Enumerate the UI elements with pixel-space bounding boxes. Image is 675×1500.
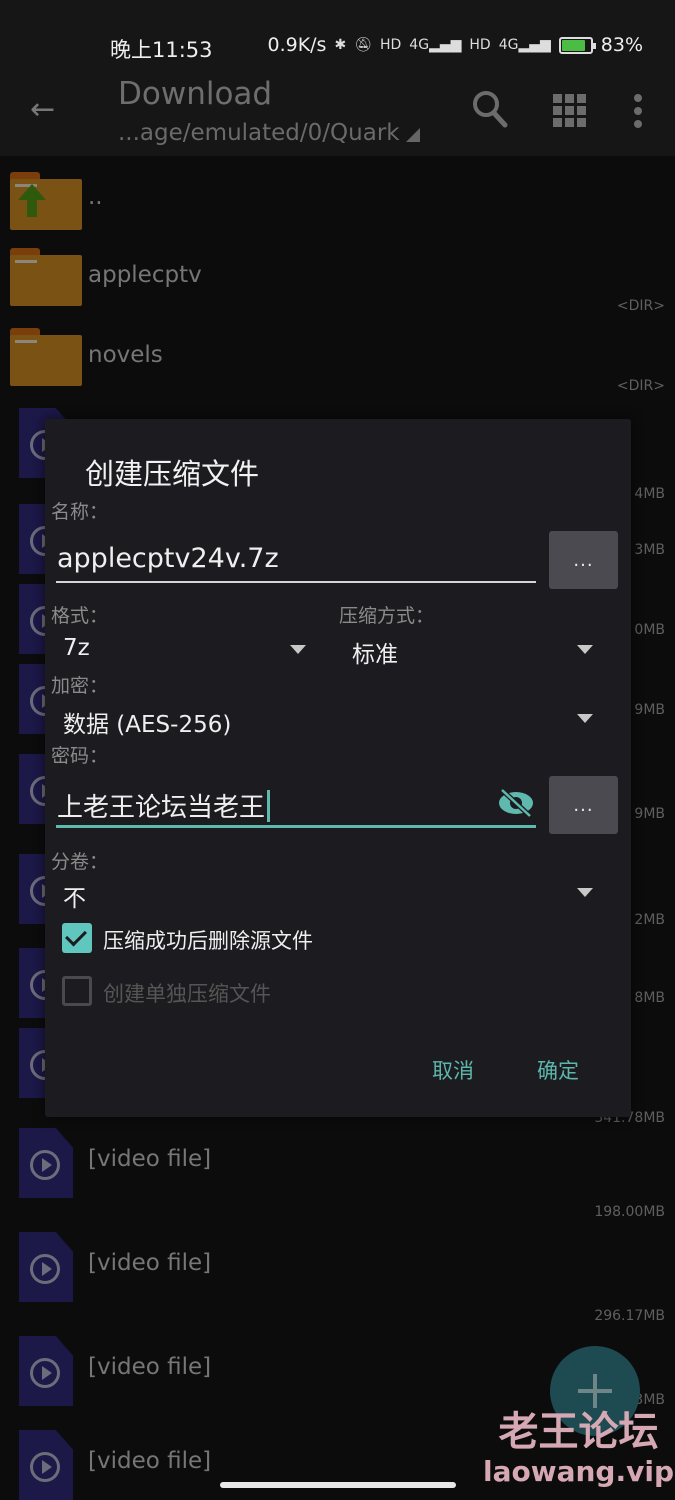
status-bar: 晚上11:53 0.9K/s ✱ 🔕︎ HD 4G▂▄▆ HD 4G▂▄▆ 83…: [0, 0, 675, 80]
format-label: 格式：: [51, 605, 109, 627]
net-speed: 0.9K/s: [267, 34, 327, 56]
folder-icon: [10, 328, 82, 386]
method-select[interactable]: 标准: [352, 635, 398, 669]
sim-label: 4G: [498, 37, 519, 53]
delete-after-label[interactable]: 压缩成功后删除源文件: [103, 925, 313, 955]
more-vert-icon[interactable]: [634, 94, 642, 128]
format-select[interactable]: 7z: [63, 635, 90, 661]
list-item-parent[interactable]: ..: [0, 156, 675, 236]
file-size: 9MB: [634, 702, 665, 718]
separate-archives-checkbox[interactable]: [62, 976, 92, 1006]
status-icons: 0.9K/s ✱ 🔕︎ HD 4G▂▄▆ HD 4G▂▄▆ 83%: [267, 34, 643, 56]
ok-button[interactable]: 确定: [537, 1055, 579, 1085]
file-name: ..: [88, 184, 103, 210]
name-label: 名称：: [51, 501, 109, 523]
file-size: 296.17MB: [594, 1308, 665, 1324]
search-icon[interactable]: [472, 90, 508, 132]
browse-button[interactable]: ...: [549, 531, 618, 589]
file-size: 8MB: [634, 990, 665, 1006]
file-size: 2MB: [634, 912, 665, 928]
video-file-icon: [19, 1336, 73, 1406]
password-text: 上老王论坛当老王: [57, 793, 266, 823]
battery-percent: 83%: [600, 34, 643, 56]
dialog-title: 创建压缩文件: [85, 457, 260, 491]
file-name: [video file]: [88, 1146, 212, 1172]
arrow-left-icon[interactable]: ←: [30, 92, 55, 127]
encrypt-select[interactable]: 数据 (AES-256): [63, 705, 231, 739]
folder-up-icon: [10, 172, 82, 230]
password-underline: [56, 825, 536, 828]
encrypt-label: 加密：: [51, 675, 109, 697]
file-name: applecptv: [88, 262, 202, 288]
status-time: 晚上11:53: [110, 38, 213, 62]
method-dropdown-icon[interactable]: [577, 645, 593, 654]
visibility-off-icon[interactable]: [497, 788, 535, 822]
mute-icon: 🔕︎: [354, 37, 372, 53]
file-size: <DIR>: [616, 298, 665, 314]
video-file-icon: [19, 1128, 73, 1198]
file-name: novels: [88, 342, 163, 368]
signal-4g-icon: 4G▂▄▆: [498, 37, 551, 53]
file-name: [video file]: [88, 1250, 212, 1276]
path-dropdown[interactable]: ...age/emulated/0/Quark: [118, 120, 420, 146]
list-item[interactable]: [video file] 198.00MB: [0, 1124, 675, 1228]
list-item[interactable]: applecptv <DIR>: [0, 236, 675, 316]
format-dropdown-icon[interactable]: [290, 645, 306, 654]
file-size: 3MB: [634, 542, 665, 558]
file-size: 198.00MB: [594, 1204, 665, 1220]
dropdown-corner-icon: [405, 128, 420, 142]
file-size: 9MB: [634, 806, 665, 822]
text-cursor: [267, 790, 271, 822]
cancel-button[interactable]: 取消: [432, 1055, 474, 1085]
split-dropdown-icon[interactable]: [577, 888, 593, 897]
grid-view-icon[interactable]: [553, 94, 586, 127]
name-underline: [56, 581, 536, 583]
method-label: 压缩方式：: [339, 605, 435, 627]
battery-fill: [561, 39, 585, 51]
home-indicator[interactable]: [220, 1482, 456, 1488]
video-file-icon: [19, 1430, 73, 1500]
hd-icon: HD: [469, 37, 491, 53]
path-text: ...age/emulated/0/Quark: [118, 120, 400, 146]
separate-archives-label[interactable]: 创建单独压缩文件: [103, 978, 271, 1008]
page-title: Download: [118, 76, 273, 112]
list-item[interactable]: novels <DIR>: [0, 316, 675, 396]
watermark: 老王论坛 laowang.vip: [483, 1408, 674, 1488]
file-size: <DIR>: [616, 378, 665, 394]
encrypt-dropdown-icon[interactable]: [577, 714, 593, 723]
sim-label: 4G: [409, 37, 430, 53]
password-input[interactable]: 上老王论坛当老王: [57, 787, 271, 824]
list-item[interactable]: [video file] 296.17MB: [0, 1228, 675, 1332]
watermark-cn: 老王论坛: [498, 1409, 659, 1455]
battery-charging-icon: [558, 36, 596, 54]
file-name: [video file]: [88, 1448, 212, 1474]
split-select[interactable]: 不: [63, 879, 86, 913]
archive-name-input[interactable]: applecptv24v.7z: [57, 543, 279, 574]
file-name: [video file]: [88, 1354, 212, 1380]
app-bar: ← Download ...age/emulated/0/Quark: [0, 76, 675, 156]
folder-icon: [10, 248, 82, 306]
file-size: 0MB: [634, 622, 665, 638]
video-file-icon: [19, 1232, 73, 1302]
split-label: 分卷：: [51, 851, 109, 873]
create-archive-dialog: 创建压缩文件 名称： applecptv24v.7z ... 格式： 7z 压缩…: [45, 419, 631, 1117]
watermark-url: laowang.vip: [483, 1455, 674, 1488]
delete-after-checkbox[interactable]: [62, 923, 92, 953]
password-label: 密码：: [51, 745, 109, 767]
hd-icon: HD: [379, 37, 402, 53]
password-options-button[interactable]: ...: [549, 776, 618, 834]
signal-4g-icon: 4G▂▄▆: [409, 37, 462, 53]
bluetooth-icon: ✱: [334, 37, 347, 53]
